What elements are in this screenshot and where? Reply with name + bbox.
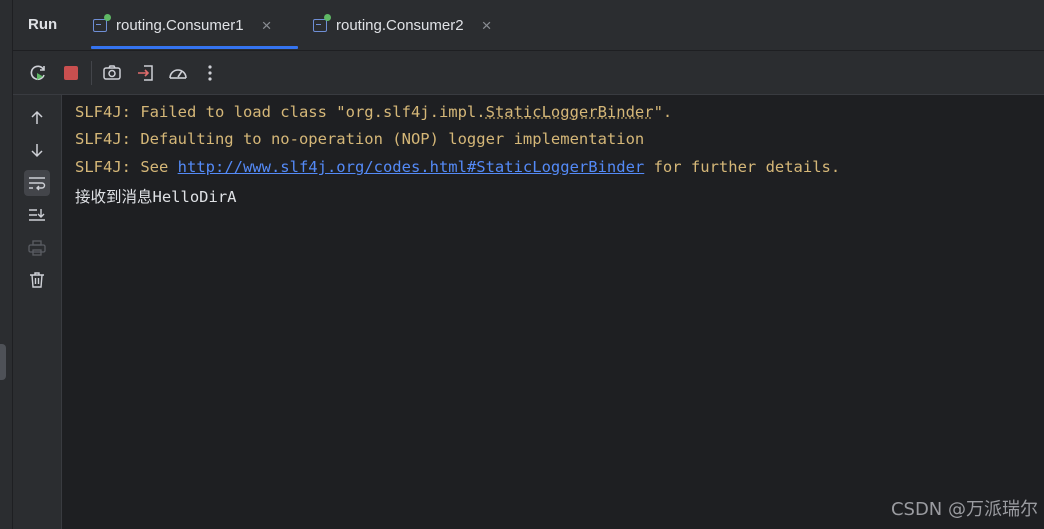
run-config-icon — [93, 13, 111, 32]
tab-routing-consumer2[interactable]: routing.Consumer2 × — [299, 0, 519, 50]
run-config-icon — [313, 13, 331, 32]
arrow-up-icon — [31, 110, 43, 124]
clear-all-button[interactable] — [24, 267, 50, 293]
soft-wrap-button[interactable] — [24, 170, 50, 196]
screenshot-button[interactable] — [100, 61, 124, 85]
tab-routing-consumer1[interactable]: routing.Consumer1 × — [79, 0, 298, 50]
watermark: CSDN @万派瑞尔 — [890, 499, 1038, 520]
console-output[interactable]: SLF4J: Failed to load class "org.slf4j.i… — [62, 95, 1044, 529]
scroll-to-end-button[interactable] — [24, 202, 50, 228]
stop-button[interactable] — [59, 61, 83, 85]
run-toolbar — [13, 51, 1044, 95]
console-line: SLF4J: Failed to load class "org.slf4j.i… — [75, 103, 672, 121]
log-text: SLF4J: Failed to load class "org.slf4j.i… — [75, 103, 486, 121]
slf4j-docs-link[interactable]: http://www.slf4j.org/codes.html#StaticLo… — [178, 158, 645, 176]
more-options-button[interactable] — [198, 61, 222, 85]
soft-wrap-icon — [29, 177, 46, 191]
log-text: ". — [653, 103, 673, 121]
left-panel-handle[interactable] — [0, 344, 6, 380]
close-icon[interactable]: × — [262, 17, 272, 34]
attach-button[interactable] — [134, 61, 158, 85]
left-tool-strip — [0, 0, 13, 529]
console-actions-sidebar — [13, 95, 62, 529]
speedometer-icon — [169, 69, 187, 79]
log-class-name: StaticLoggerBinder — [485, 103, 654, 121]
stop-icon — [64, 66, 78, 80]
log-text: for further details. — [644, 158, 841, 176]
console-line: SLF4J: Defaulting to no-operation (NOP) … — [75, 130, 645, 148]
scroll-to-end-icon — [29, 209, 45, 221]
active-tab-indicator — [91, 46, 298, 49]
arrow-down-icon — [31, 144, 43, 158]
profiler-button[interactable] — [166, 61, 190, 85]
next-occurrence-button[interactable] — [24, 137, 50, 163]
more-vertical-icon — [208, 65, 212, 81]
console-line: SLF4J: See http://www.slf4j.org/codes.ht… — [75, 158, 840, 176]
run-tab-bar: Run routing.Consumer1 × routing.Consumer… — [13, 0, 1044, 51]
previous-occurrence-button[interactable] — [24, 105, 50, 131]
rerun-icon — [30, 65, 45, 81]
print-icon — [28, 240, 46, 256]
console-line: 接收到消息HelloDirA — [75, 188, 237, 206]
run-title: Run — [28, 16, 58, 33]
log-text: SLF4J: See — [75, 158, 178, 176]
toolbar-separator — [91, 61, 92, 85]
camera-icon — [103, 65, 121, 80]
login-icon — [138, 65, 153, 81]
tab-label: routing.Consumer2 — [336, 16, 464, 34]
rerun-button[interactable] — [26, 61, 50, 85]
trash-icon — [30, 272, 44, 288]
print-button[interactable] — [24, 235, 50, 261]
tab-label: routing.Consumer1 — [116, 16, 244, 34]
close-icon[interactable]: × — [482, 17, 492, 34]
